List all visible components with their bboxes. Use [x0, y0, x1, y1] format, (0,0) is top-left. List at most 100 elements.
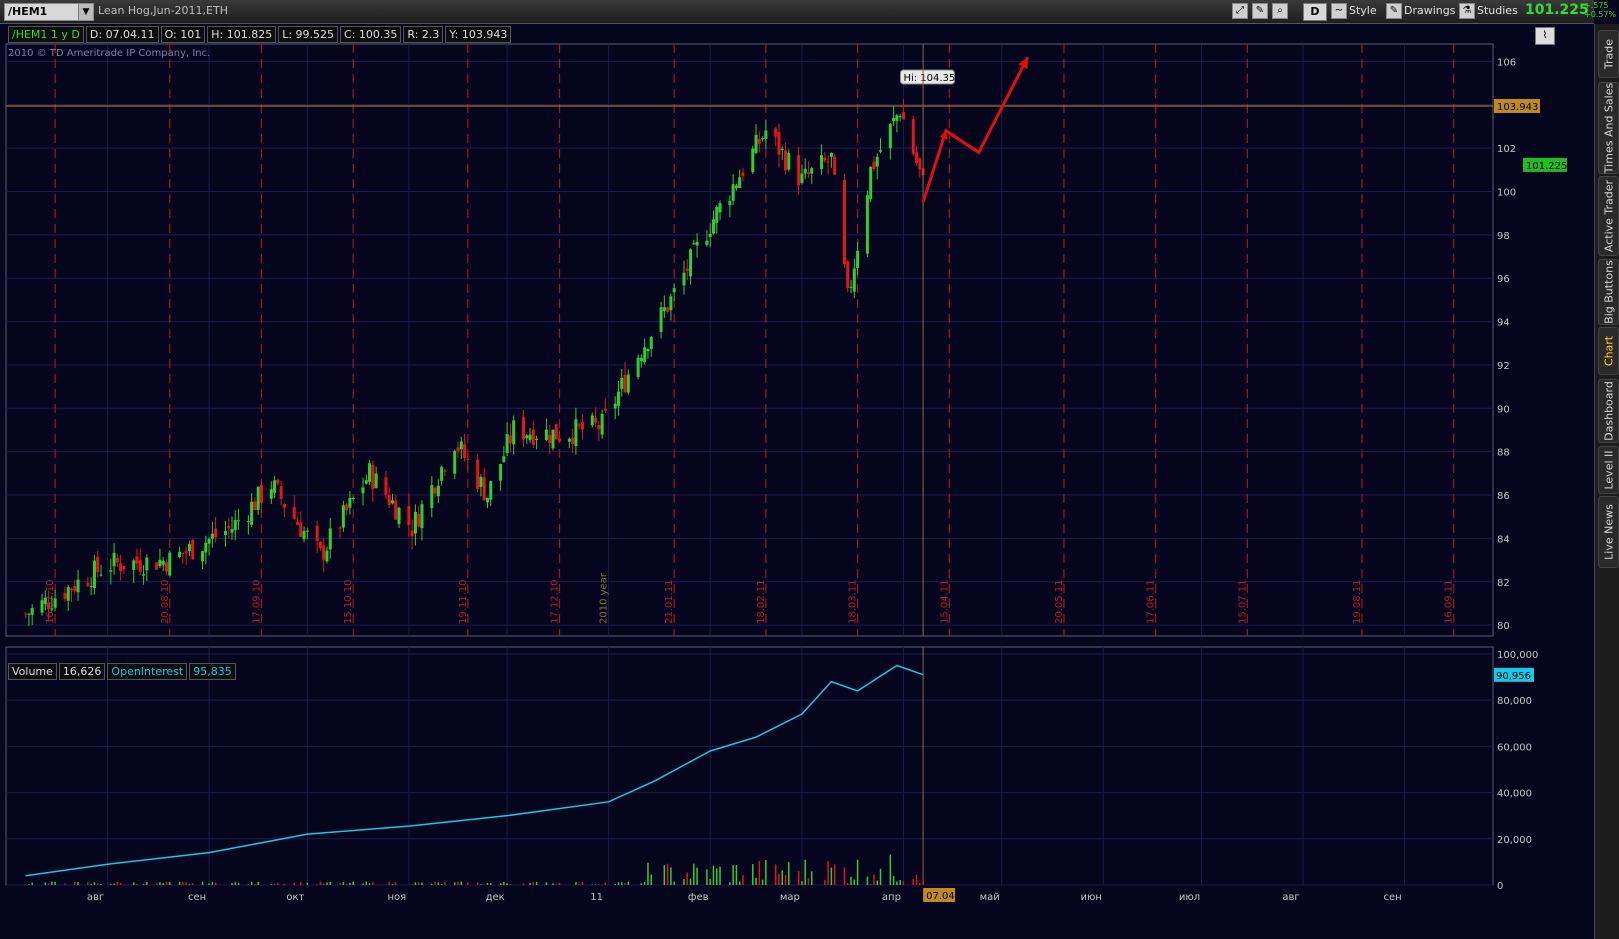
copyright-text: 2010 © TD Ameritrade IP Company, Inc. — [8, 48, 211, 59]
volume-legend: Volume 16,626 OpenInterest 95,835 — [8, 663, 238, 680]
candle-body — [823, 157, 827, 161]
candle-body — [119, 563, 123, 571]
side-tab-big-buttons[interactable]: Big Buttons — [1598, 259, 1619, 325]
chart-canvas[interactable]: 80828486889092949698100102104106020,0004… — [0, 0, 1594, 939]
candle-body — [443, 470, 447, 472]
candle-body — [168, 552, 172, 576]
candle-body — [394, 500, 398, 520]
period-label: 15.07.11 — [1237, 579, 1248, 624]
candle-body — [230, 529, 234, 533]
candle-body — [672, 288, 676, 293]
candle-body — [531, 429, 535, 445]
side-tab-label: Times And Sales — [1602, 82, 1615, 174]
candle-body — [384, 477, 388, 496]
volume-tick-label: 100,000 — [1497, 650, 1538, 661]
price-tick-label: 88 — [1497, 448, 1510, 459]
candle-body — [551, 429, 555, 449]
side-tab-times-and-sales[interactable]: Times And Sales — [1598, 82, 1619, 174]
candle-body — [685, 268, 689, 271]
candle-body — [646, 349, 650, 352]
candle-body — [865, 195, 869, 254]
side-tab-label: Chart — [1602, 335, 1615, 367]
month-label: фев — [688, 892, 709, 903]
candle-body — [99, 574, 103, 576]
candle-body — [407, 505, 411, 526]
candle-body — [237, 520, 241, 522]
candle-body — [728, 200, 732, 206]
candle-body — [797, 155, 801, 186]
candle-body — [250, 501, 254, 525]
month-label: июн — [1081, 892, 1102, 903]
candle-body — [302, 530, 306, 540]
candle-body — [915, 152, 919, 164]
price-tick-label: 82 — [1497, 578, 1510, 589]
candle-body — [689, 249, 693, 277]
info-bar: /HEM1 1 y D D: 07.04.11 O: 101 H: 101.825 L:… — [8, 26, 513, 43]
info-range: R: 2.3 — [403, 26, 444, 43]
volume-tick-label: 60,000 — [1497, 742, 1532, 753]
candle-body — [328, 528, 332, 550]
candle-body — [361, 487, 365, 494]
candle-body — [187, 544, 191, 552]
candle-body — [410, 530, 414, 537]
current-date-label: 07.04 — [926, 891, 955, 902]
candle-body — [508, 435, 512, 444]
candle-body — [800, 173, 804, 183]
price-tick-label: 92 — [1497, 361, 1510, 372]
info-symbol-period[interactable]: /HEM1 1 y D — [8, 26, 84, 43]
side-tab-chart[interactable]: Chart — [1598, 327, 1619, 375]
candle-body — [345, 504, 349, 511]
candle-body — [482, 477, 486, 500]
candle-body — [142, 574, 146, 576]
candle-body — [430, 485, 434, 509]
candle-body — [63, 593, 67, 599]
candle-body — [846, 261, 850, 289]
right-side-panel: Trade Times And Sales Active Trader Big But… — [1594, 24, 1619, 939]
candle-body — [459, 441, 463, 450]
side-tab-live-news[interactable]: Live News — [1598, 496, 1619, 568]
candle-body — [554, 424, 558, 440]
info-open: O: 101 — [160, 26, 206, 43]
candle-body — [269, 489, 273, 499]
candle-body — [594, 417, 598, 423]
candle-body — [505, 434, 509, 454]
volume-tick-label: 40,000 — [1497, 789, 1532, 800]
candle-body — [590, 415, 594, 426]
candle-body — [210, 533, 214, 539]
candle-body — [43, 597, 47, 604]
side-tab-level-ii[interactable]: Level II — [1598, 446, 1619, 494]
candle-body — [692, 243, 696, 245]
info-high: H: 101.825 — [207, 26, 277, 43]
month-label: 11 — [590, 892, 603, 903]
candle-body — [30, 607, 34, 615]
chart-settings-icon[interactable]: ⌇ — [1535, 27, 1555, 45]
candle-body — [348, 497, 352, 508]
candle-body — [499, 464, 503, 481]
candle-body — [669, 296, 673, 311]
candle-body — [282, 504, 286, 508]
candle-body — [649, 336, 653, 349]
candle-body — [364, 480, 368, 484]
price-tick-label: 90 — [1497, 404, 1510, 415]
candle-body — [875, 156, 879, 167]
candle-body — [528, 434, 532, 440]
candle-body — [901, 111, 905, 120]
candle-body — [659, 307, 663, 332]
candle-body — [53, 598, 57, 608]
side-tab-dashboard[interactable]: Dashboard — [1598, 379, 1619, 443]
side-tab-trade[interactable]: Trade — [1598, 30, 1619, 78]
side-tab-active-trader[interactable]: Active Trader — [1598, 176, 1619, 256]
candle-body — [895, 115, 899, 121]
candle-body — [711, 219, 715, 234]
price-tick-label: 80 — [1497, 621, 1510, 632]
candle-body — [918, 158, 922, 170]
candle-body — [322, 545, 326, 560]
month-label: май — [980, 892, 1000, 903]
month-label: окт — [286, 892, 304, 903]
candle-body — [390, 500, 394, 504]
candle-body — [695, 241, 699, 246]
candle-body — [842, 179, 846, 265]
candle-body — [122, 565, 126, 570]
price-panel — [5, 43, 1494, 637]
month-label: ноя — [388, 892, 407, 903]
